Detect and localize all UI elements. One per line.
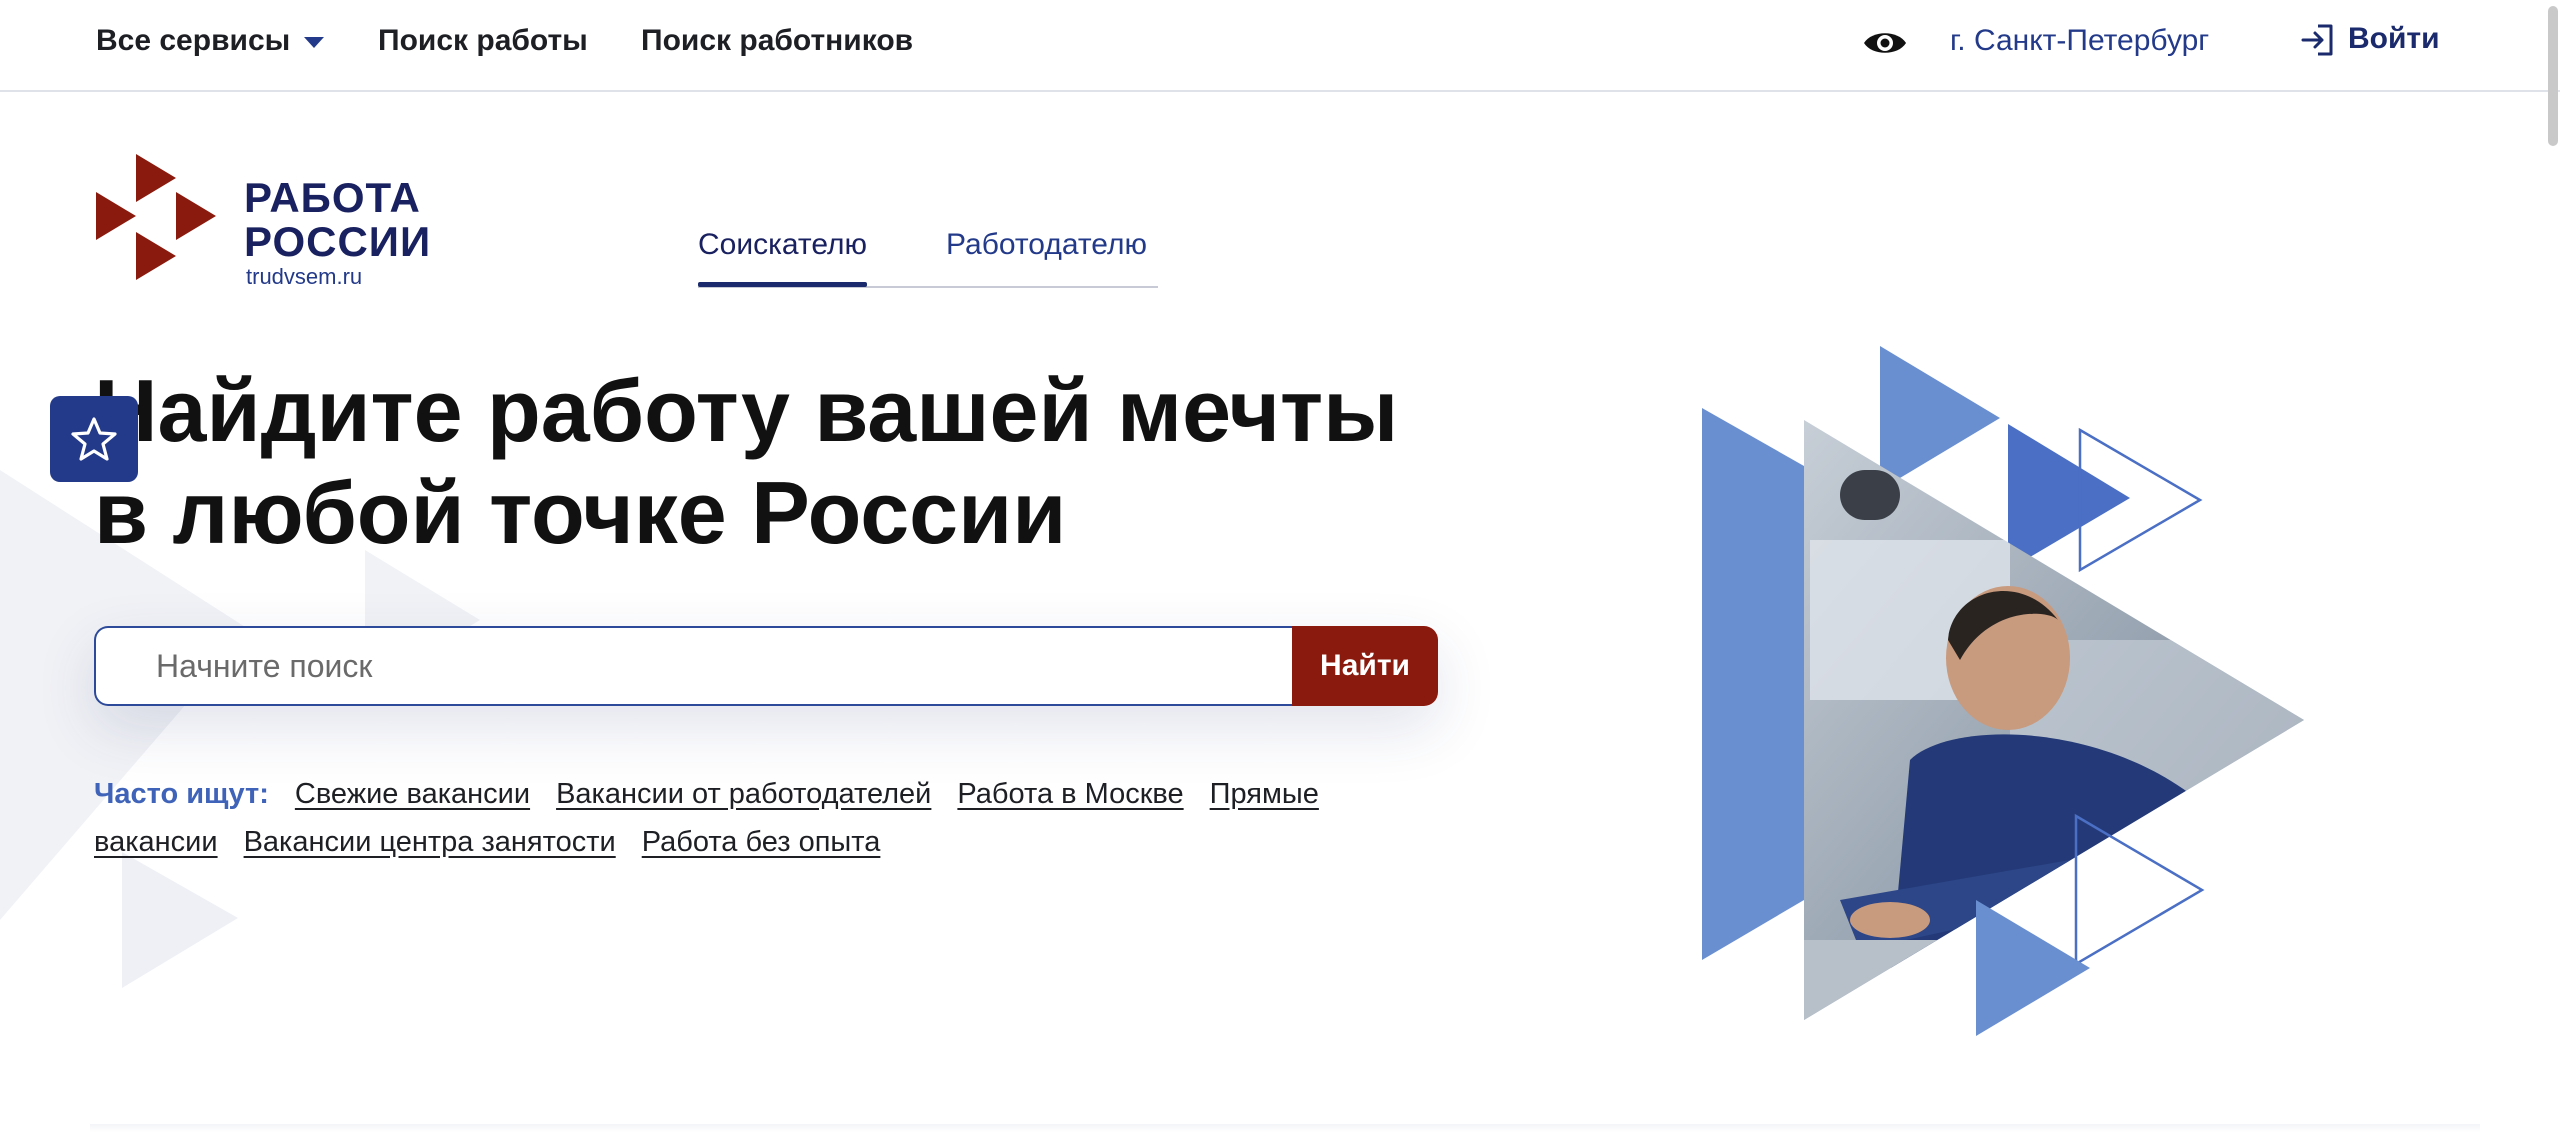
- popular-searches: Часто ищут: Свежие вакансии Вакансии от ра…: [94, 770, 1444, 866]
- blue-triangle-decoration: [1880, 346, 2000, 490]
- popular-link-employment-center[interactable]: Вакансии центра занятости: [244, 826, 616, 858]
- next-section-edge: [90, 1124, 2480, 1132]
- search-bar: Найти: [94, 626, 1438, 706]
- red-triangles-logo-icon: [96, 154, 216, 280]
- popular-link-employer-vacancies[interactable]: Вакансии от работодателей: [556, 778, 931, 810]
- tab-job-seeker[interactable]: Соискателю: [698, 228, 868, 287]
- site-logo[interactable]: РАБОТА РОССИИ trudvsem.ru: [92, 150, 452, 290]
- logo-title: РАБОТА РОССИИ: [244, 176, 431, 264]
- popular-link-no-experience[interactable]: Работа без опыта: [642, 826, 881, 858]
- background-triangle-decoration: [122, 852, 238, 988]
- top-navigation-bar: Все сервисы Поиск работы Поиск работнико…: [0, 0, 2560, 92]
- blue-triangle-decoration: [2008, 424, 2130, 570]
- hero-title-line-2: в любой точке России: [94, 463, 1067, 562]
- login-arrow-icon: [2301, 24, 2333, 56]
- login-button[interactable]: Войти: [2300, 22, 2440, 57]
- popular-label: Часто ищут:: [94, 778, 269, 810]
- nav-job-search[interactable]: Поиск работы: [378, 24, 588, 58]
- blue-triangle-decoration: [1976, 900, 2090, 1036]
- logo-line-2: РОССИИ: [244, 218, 432, 265]
- all-services-menu[interactable]: Все сервисы: [96, 24, 325, 58]
- hero-illustration: [1702, 346, 2304, 1036]
- eye-icon[interactable]: [1862, 26, 1908, 60]
- page-scrollbar[interactable]: [2548, 6, 2558, 146]
- blue-triangle-decoration: [1702, 408, 1804, 960]
- logo-line-1: РАБОТА: [244, 174, 421, 221]
- star-icon: [71, 417, 117, 461]
- city-selector[interactable]: г. Санкт-Петербург: [1950, 24, 2209, 58]
- login-label: Войти: [2348, 22, 2440, 55]
- logo-url: trudvsem.ru: [246, 264, 363, 289]
- popular-link-moscow-jobs[interactable]: Работа в Москве: [957, 778, 1183, 810]
- search-input[interactable]: [94, 626, 1294, 706]
- hero-title-line-1: Найдите работу вашей мечты: [94, 361, 1399, 460]
- audience-tabs: Соискателю Работодателю: [698, 228, 1158, 288]
- chevron-down-icon: [304, 36, 325, 48]
- favorites-button[interactable]: [50, 396, 138, 482]
- search-button[interactable]: Найти: [1292, 626, 1438, 706]
- tab-employer[interactable]: Работодателю: [946, 228, 1147, 262]
- popular-link-fresh-vacancies[interactable]: Свежие вакансии: [295, 778, 530, 810]
- hero-title: Найдите работу вашей мечты в любой точке…: [94, 360, 1398, 564]
- nav-worker-search[interactable]: Поиск работников: [641, 24, 913, 58]
- all-services-label: Все сервисы: [96, 24, 291, 57]
